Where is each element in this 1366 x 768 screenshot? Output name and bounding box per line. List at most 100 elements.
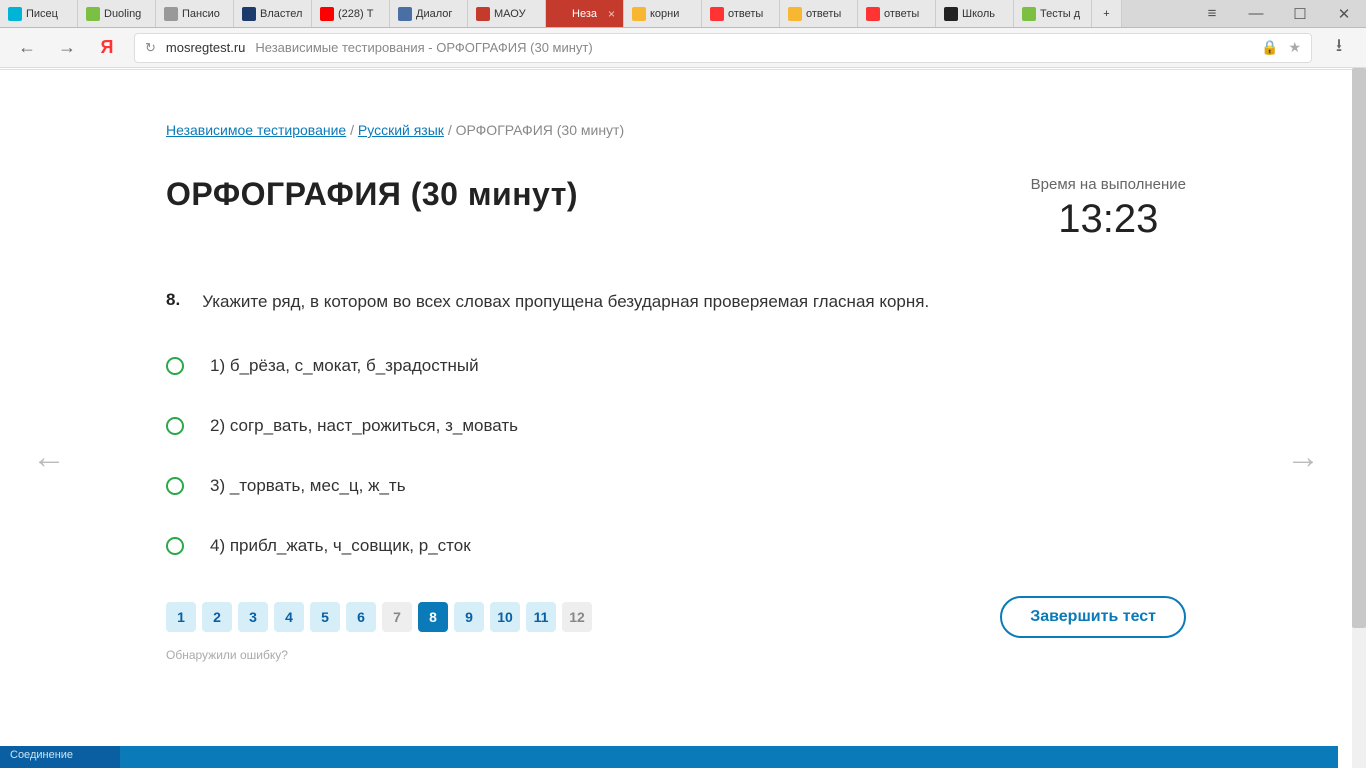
pager-item[interactable]: 2 <box>202 602 232 632</box>
pager-item[interactable]: 4 <box>274 602 304 632</box>
tab-label: (228) Т <box>338 8 373 20</box>
question-number: 8. <box>166 290 180 314</box>
browser-tab[interactable]: МАОУ <box>468 0 546 27</box>
tab-favicon <box>164 7 178 21</box>
pager-item[interactable]: 10 <box>490 602 520 632</box>
question-block: 8. Укажите ряд, в котором во всех словах… <box>166 290 1186 314</box>
forward-button[interactable]: → <box>54 35 80 61</box>
tab-favicon <box>866 7 880 21</box>
tab-favicon <box>242 7 256 21</box>
browser-tab[interactable]: ответы <box>702 0 780 27</box>
breadcrumb-link-subject[interactable]: Русский язык <box>358 122 444 138</box>
tab-label: Пансио <box>182 8 220 20</box>
finish-test-button[interactable]: Завершить тест <box>1000 596 1186 638</box>
breadcrumb-current: ОРФОГРАФИЯ (30 минут) <box>456 122 625 138</box>
topnav-item-results[interactable]: РЕЗУЛЬТАТЫ <box>573 68 671 69</box>
browser-tab[interactable]: корни <box>624 0 702 27</box>
tab-label: ответы <box>806 8 841 20</box>
tab-favicon <box>476 7 490 21</box>
prev-question-arrow[interactable]: ← <box>30 438 68 476</box>
breadcrumb-link-testing[interactable]: Независимое тестирование <box>166 122 346 138</box>
downloads-button[interactable]: ⭳ <box>1326 35 1352 61</box>
footer-strip <box>0 746 1338 768</box>
browser-tab[interactable]: ответы <box>858 0 936 27</box>
radio-icon[interactable] <box>166 477 184 495</box>
timer-label: Время на выполнение <box>1031 176 1186 193</box>
browser-tab[interactable]: Пансио <box>156 0 234 27</box>
scroll-thumb[interactable] <box>1352 68 1366 628</box>
browser-tab[interactable]: Писец <box>0 0 78 27</box>
maximize-button[interactable]: ☐ <box>1278 0 1322 28</box>
pager-item[interactable]: 12 <box>562 602 592 632</box>
pager-item[interactable]: 11 <box>526 602 556 632</box>
tab-label: Властел <box>260 8 302 20</box>
page-title: ОРФОГРАФИЯ (30 минут) <box>166 176 578 213</box>
tab-favicon <box>320 7 334 21</box>
radio-icon[interactable] <box>166 357 184 375</box>
pager-item[interactable]: 1 <box>166 602 196 632</box>
tab-label: Диалог <box>416 8 452 20</box>
answer-option[interactable]: 1) б_рёза, с_мокат, б_зрадостный <box>166 356 1186 376</box>
address-bar: ← → Я ↻ mosregtest.ru Независимые тестир… <box>0 28 1366 68</box>
minimize-button[interactable]: — <box>1234 0 1278 28</box>
address-page-title: Независимые тестирования - ОРФОГРАФИЯ (3… <box>255 40 592 55</box>
page-content: НЕЗАВИСИМОЕ ТЕСТИРОВАНИЕ РЕЗУЛЬТАТЫ ТЕХН… <box>0 68 1352 768</box>
tab-favicon <box>710 7 724 21</box>
address-field[interactable]: ↻ mosregtest.ru Независимые тестирования… <box>134 33 1312 63</box>
browser-tab[interactable]: Duoling <box>78 0 156 27</box>
tab-label: Писец <box>26 8 58 20</box>
reload-icon[interactable]: ↻ <box>145 40 156 56</box>
tab-favicon <box>944 7 958 21</box>
pager-item[interactable]: 7 <box>382 602 412 632</box>
lock-icon: 🔒 <box>1261 39 1278 56</box>
browser-tab[interactable]: Тесты д <box>1014 0 1092 27</box>
browser-tab[interactable]: Властел <box>234 0 312 27</box>
address-domain: mosregtest.ru <box>166 40 245 55</box>
tab-label: ответы <box>728 8 763 20</box>
option-text: 3) _торвать, мес_ц, ж_ть <box>210 476 406 496</box>
scrollbar[interactable] <box>1352 68 1366 768</box>
answer-option[interactable]: 4) прибл_жать, ч_совщик, р_сток <box>166 536 1186 556</box>
radio-icon[interactable] <box>166 417 184 435</box>
browser-tab[interactable]: ответы <box>780 0 858 27</box>
browser-tab[interactable]: Диалог <box>390 0 468 27</box>
browser-tab[interactable]: Неза × <box>546 0 624 27</box>
timer-value: 13:23 <box>1031 197 1186 242</box>
tab-favicon <box>554 7 568 21</box>
menu-button[interactable]: ≡ <box>1190 0 1234 28</box>
pager-item[interactable]: 3 <box>238 602 268 632</box>
timer: Время на выполнение 13:23 <box>1031 176 1186 242</box>
report-error-link[interactable]: Обнаружили ошибку? <box>166 648 1186 662</box>
bookmark-icon[interactable]: ★ <box>1288 39 1301 56</box>
tab-favicon <box>1022 7 1036 21</box>
radio-icon[interactable] <box>166 537 184 555</box>
answer-option[interactable]: 2) согр_вать, наст_рожиться, з_мовать <box>166 416 1186 436</box>
question-text: Укажите ряд, в котором во всех словах пр… <box>202 290 929 314</box>
new-tab-button[interactable]: + <box>1092 0 1122 27</box>
tab-favicon <box>8 7 22 21</box>
tab-label: Неза <box>572 8 597 20</box>
pager-item[interactable]: 5 <box>310 602 340 632</box>
yandex-logo[interactable]: Я <box>94 35 120 61</box>
back-button[interactable]: ← <box>14 35 40 61</box>
option-text: 2) согр_вать, наст_рожиться, з_мовать <box>210 416 518 436</box>
next-question-arrow[interactable]: → <box>1284 438 1322 476</box>
browser-tab[interactable]: (228) Т <box>312 0 390 27</box>
tab-favicon <box>86 7 100 21</box>
tab-favicon <box>632 7 646 21</box>
tab-label: ответы <box>884 8 919 20</box>
answer-option[interactable]: 3) _торвать, мес_ц, ж_ть <box>166 476 1186 496</box>
pager-item[interactable]: 9 <box>454 602 484 632</box>
browser-tab[interactable]: Школь <box>936 0 1014 27</box>
close-window-button[interactable]: ✕ <box>1322 0 1366 28</box>
pager-item[interactable]: 6 <box>346 602 376 632</box>
status-bar: Соединение <box>0 746 120 768</box>
pager-item[interactable]: 8 <box>418 602 448 632</box>
tab-label: Школь <box>962 8 995 20</box>
breadcrumb: Независимое тестирование / Русский язык … <box>166 122 1186 138</box>
browser-tab-strip: Писец Duoling Пансио Властел (228) Т Диалог МА… <box>0 0 1366 28</box>
options-list: 1) б_рёза, с_мокат, б_зрадостный 2) согр_… <box>166 356 1186 556</box>
question-pager: 123456789101112 <box>166 602 592 632</box>
topnav-item-testing[interactable]: НЕЗАВИСИМОЕ ТЕСТИРОВАНИЕ <box>252 68 494 69</box>
close-icon[interactable]: × <box>608 7 615 21</box>
